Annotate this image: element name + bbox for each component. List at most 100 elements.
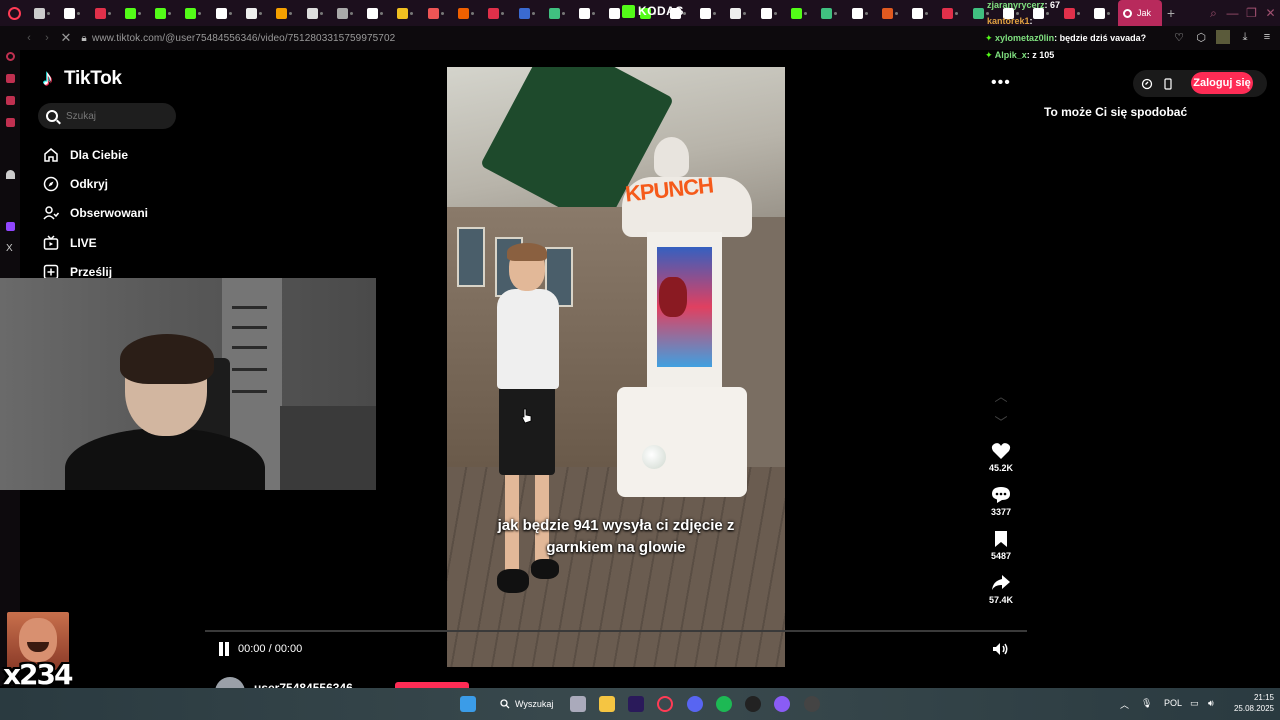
forward-button[interactable]: › <box>38 32 56 44</box>
chevron-down-icon[interactable]: ﹀ <box>993 412 1009 430</box>
browser-tab[interactable] <box>876 0 906 26</box>
back-button[interactable]: ‹ <box>20 32 38 44</box>
browser-tab[interactable] <box>391 0 421 26</box>
save-button[interactable]: 5487 <box>981 528 1021 561</box>
sidebar-icon-2[interactable] <box>6 74 15 83</box>
x-icon[interactable]: X <box>6 244 15 254</box>
sidebar-icon-3[interactable] <box>6 96 15 105</box>
premiere-icon[interactable] <box>628 696 644 712</box>
browser-tab[interactable] <box>240 0 270 26</box>
sidebar-icon-1[interactable] <box>6 52 15 61</box>
browser-tab[interactable] <box>543 0 573 26</box>
browser-tab[interactable] <box>936 0 966 26</box>
more-options-button[interactable]: ••• <box>991 74 1011 92</box>
microphone-icon[interactable]: 🎙︎ <box>1141 698 1152 709</box>
tiktok-logo[interactable]: TikTok <box>42 65 122 91</box>
browser-tab[interactable] <box>906 0 936 26</box>
settings-taskbar-icon[interactable] <box>804 696 820 712</box>
sidebar-icon-5[interactable] <box>6 170 15 179</box>
taskbar-clock[interactable]: 21:15 25.08.2025 <box>1226 692 1274 714</box>
browser-tab[interactable] <box>724 0 754 26</box>
chevron-up-icon[interactable]: ︿ <box>993 386 1009 404</box>
tab-dot-icon <box>864 11 868 15</box>
sidebar-item-obserwowani[interactable]: Obserwowani <box>42 199 148 228</box>
new-tab-button[interactable]: + <box>1162 5 1180 21</box>
tray-chevron-icon[interactable]: ︿ <box>1120 698 1129 711</box>
browser-tab[interactable] <box>513 0 543 26</box>
coin-icon[interactable] <box>1140 77 1154 91</box>
video-player[interactable]: KPUNCH jak będzie 941 wysyła ci zdjęcie … <box>447 67 785 667</box>
download-icon[interactable]: ⤓ <box>1238 31 1252 44</box>
taskbar-search-icon <box>500 699 510 709</box>
browser-tab[interactable] <box>422 0 452 26</box>
tab-dot-icon <box>228 11 232 15</box>
heart-outline-icon[interactable]: ♡ <box>1172 31 1186 44</box>
lock-icon[interactable]: 🔒︎ <box>76 33 92 44</box>
browser-tab[interactable] <box>331 0 361 26</box>
profile-thumbnail[interactable] <box>1216 30 1230 44</box>
caption-line-1: jak będzie 941 wysyła ci zdjęcie z <box>497 517 735 534</box>
tab-dot-icon <box>531 11 535 15</box>
tab-active[interactable]: Jak <box>1118 0 1162 26</box>
browser-tab[interactable] <box>1058 0 1088 26</box>
browser-tab[interactable] <box>89 0 119 26</box>
spotify-icon[interactable] <box>716 696 732 712</box>
tab-favicon-icon <box>518 7 530 19</box>
browser-tab[interactable] <box>755 0 785 26</box>
pause-button[interactable] <box>218 642 230 656</box>
browser-tab[interactable] <box>452 0 482 26</box>
browser-tab[interactable] <box>361 0 391 26</box>
browser-tab[interactable] <box>58 0 88 26</box>
browser-tab[interactable] <box>210 0 240 26</box>
browser-tab[interactable] <box>573 0 603 26</box>
video-progress-bar[interactable] <box>205 630 1027 632</box>
network-icon[interactable]: ▭ <box>1190 698 1199 709</box>
browser-tab[interactable] <box>179 0 209 26</box>
browser-tab[interactable] <box>119 0 149 26</box>
browser-tab[interactable] <box>482 0 512 26</box>
file-explorer-icon[interactable] <box>599 696 615 712</box>
extensions-icon[interactable]: ⬡ <box>1194 31 1208 44</box>
stop-loading-button[interactable]: ✕ <box>56 30 76 46</box>
browser-tab[interactable] <box>270 0 300 26</box>
opera-taskbar-icon[interactable] <box>657 696 673 712</box>
minimize-icon[interactable]: — <box>1223 6 1242 20</box>
browser-tab[interactable] <box>815 0 845 26</box>
twitch-icon[interactable] <box>6 222 15 231</box>
url-field[interactable]: www.tiktok.com/@user75484556346/video/75… <box>92 33 395 44</box>
tab-favicon-icon <box>912 7 924 19</box>
browser-tab[interactable] <box>1088 0 1118 26</box>
sidebar-icon-4[interactable] <box>6 118 15 127</box>
chat-username: zjaranyrycerz <box>987 0 1045 10</box>
sidebar-item-live[interactable]: LIVE <box>42 228 148 257</box>
sidebar-item-odkryj[interactable]: Odkryj <box>42 169 148 198</box>
opera-logo-icon[interactable] <box>0 0 28 26</box>
browser-tab[interactable] <box>785 0 815 26</box>
discord-icon[interactable] <box>687 696 703 712</box>
browser-tab[interactable] <box>28 0 58 26</box>
browser-tab[interactable] <box>149 0 179 26</box>
browser-tab[interactable] <box>301 0 331 26</box>
tab-dot-icon <box>349 11 353 15</box>
login-button[interactable]: Zaloguj się <box>1191 72 1253 94</box>
share-button[interactable]: 57.4K <box>981 572 1021 605</box>
maximize-icon[interactable]: ❐ <box>1242 6 1261 20</box>
menu-icon[interactable]: ≡ <box>1260 31 1274 43</box>
task-view-icon[interactable] <box>570 696 586 712</box>
windows-start-icon[interactable] <box>460 696 476 712</box>
phone-icon[interactable] <box>1161 77 1175 91</box>
close-icon[interactable]: ✕ <box>1261 6 1280 20</box>
browser-tab[interactable] <box>846 0 876 26</box>
browser-tab[interactable] <box>694 0 724 26</box>
sidebar-item-dla-ciebie[interactable]: Dla Ciebie <box>42 140 148 169</box>
like-button[interactable]: 45.2K <box>981 440 1021 473</box>
speaker-icon[interactable]: 🔊︎ <box>1208 698 1214 709</box>
search-tabs-icon[interactable]: ⌕ <box>1204 6 1223 21</box>
language-indicator[interactable]: POL <box>1164 698 1182 708</box>
app-icon[interactable] <box>745 696 761 712</box>
taskbar-search[interactable]: Wyszukaj <box>492 693 558 715</box>
search-input[interactable]: Szukaj <box>38 103 176 129</box>
obs-icon[interactable] <box>774 696 790 712</box>
volume-icon[interactable] <box>992 642 1010 656</box>
comment-button[interactable]: 3377 <box>981 484 1021 517</box>
